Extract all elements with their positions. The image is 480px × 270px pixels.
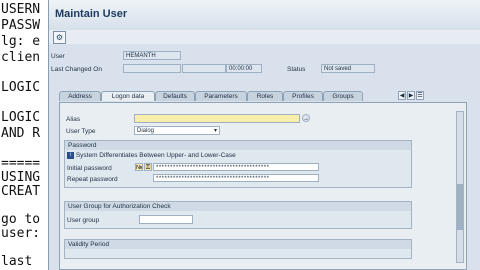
initial-password-label: Initial password bbox=[67, 165, 112, 172]
tab-roles[interactable]: Roles bbox=[247, 91, 283, 101]
logon-data-panel: Alias → User Type Dialog ▾ Password i Sy… bbox=[59, 102, 467, 270]
window-title: Maintain User bbox=[55, 8, 128, 20]
tab-defaults[interactable]: Defaults bbox=[155, 91, 195, 101]
title-bar: Maintain User bbox=[49, 0, 480, 31]
toolbar: ⚙ bbox=[49, 30, 480, 44]
alias-label: Alias bbox=[66, 116, 81, 123]
bg-line: LOGIC bbox=[1, 110, 41, 125]
bg-line: user: bbox=[1, 226, 41, 241]
last-changed-date-field bbox=[182, 64, 226, 73]
bg-line: lg: e bbox=[1, 34, 41, 49]
display-change-icon[interactable]: ⚙ bbox=[53, 31, 66, 44]
maintain-user-window: Maintain User ⚙ User HEMANTH Last Change… bbox=[48, 0, 480, 270]
user-type-select[interactable]: Dialog ▾ bbox=[134, 126, 220, 135]
repeat-password-label: Repeat password bbox=[67, 176, 118, 183]
status-field: Not saved bbox=[321, 64, 375, 73]
bg-line: clien bbox=[1, 50, 41, 65]
initial-password-input[interactable]: **************************************** bbox=[153, 163, 319, 171]
user-type-label: User Type bbox=[66, 128, 96, 135]
user-label: User bbox=[51, 53, 65, 60]
scrollbar-thumb[interactable] bbox=[457, 184, 463, 230]
alias-help-icon[interactable]: → bbox=[302, 114, 310, 122]
tab-parameters[interactable]: Parameters bbox=[195, 91, 247, 101]
tab-scroll-left-icon[interactable]: ◀ bbox=[398, 91, 406, 100]
authorization-group-title: User Group for Authorization Check bbox=[65, 202, 411, 211]
bg-line: LOGIC bbox=[1, 80, 41, 95]
bg-line: USERN bbox=[1, 2, 41, 17]
user-type-value: Dialog bbox=[137, 128, 155, 134]
tab-scroll-right-icon[interactable]: ▶ bbox=[407, 91, 415, 100]
tab-groups[interactable]: Groups bbox=[323, 91, 363, 101]
repeat-password-input[interactable]: **************************************** bbox=[153, 174, 319, 182]
key-icon[interactable]: ⚿ bbox=[144, 163, 152, 171]
last-changed-label: Last Changed On bbox=[51, 66, 102, 73]
tab-address[interactable]: Address bbox=[59, 91, 101, 101]
validity-group-title: Validity Period bbox=[65, 240, 411, 249]
alias-input[interactable] bbox=[134, 114, 300, 123]
last-changed-time-field: 00:00:00 bbox=[226, 64, 262, 73]
bg-line: last bbox=[1, 254, 33, 269]
bg-line: ===== bbox=[1, 156, 41, 171]
chevron-down-icon: ▾ bbox=[213, 128, 217, 134]
vertical-scrollbar[interactable] bbox=[456, 111, 464, 263]
authorization-group: User Group for Authorization Check User … bbox=[64, 201, 412, 229]
bg-line: CREAT bbox=[1, 184, 41, 199]
case-sensitivity-note: i System Differentiates Between Upper- a… bbox=[67, 152, 236, 159]
user-group-input[interactable] bbox=[139, 215, 193, 224]
bg-line: PASSW bbox=[1, 18, 41, 33]
tab-logon-data[interactable]: Logon data bbox=[101, 91, 155, 101]
info-icon: i bbox=[67, 152, 74, 159]
bg-line: AND R bbox=[1, 126, 41, 141]
user-field: HEMANTH bbox=[123, 51, 181, 60]
last-changed-user-field bbox=[123, 64, 181, 73]
tab-list-icon[interactable]: ☰ bbox=[416, 91, 424, 100]
validity-group: Validity Period bbox=[64, 239, 412, 259]
user-group-label: User group bbox=[67, 217, 100, 224]
password-group-title: Password bbox=[65, 141, 411, 150]
generate-password-icon[interactable]: № bbox=[135, 163, 143, 171]
password-group: Password i System Differentiates Between… bbox=[64, 140, 412, 188]
tab-profiles[interactable]: Profiles bbox=[283, 91, 323, 101]
bg-line: USING bbox=[1, 170, 41, 185]
status-label: Status bbox=[287, 66, 306, 73]
bg-line: go to bbox=[1, 212, 41, 227]
